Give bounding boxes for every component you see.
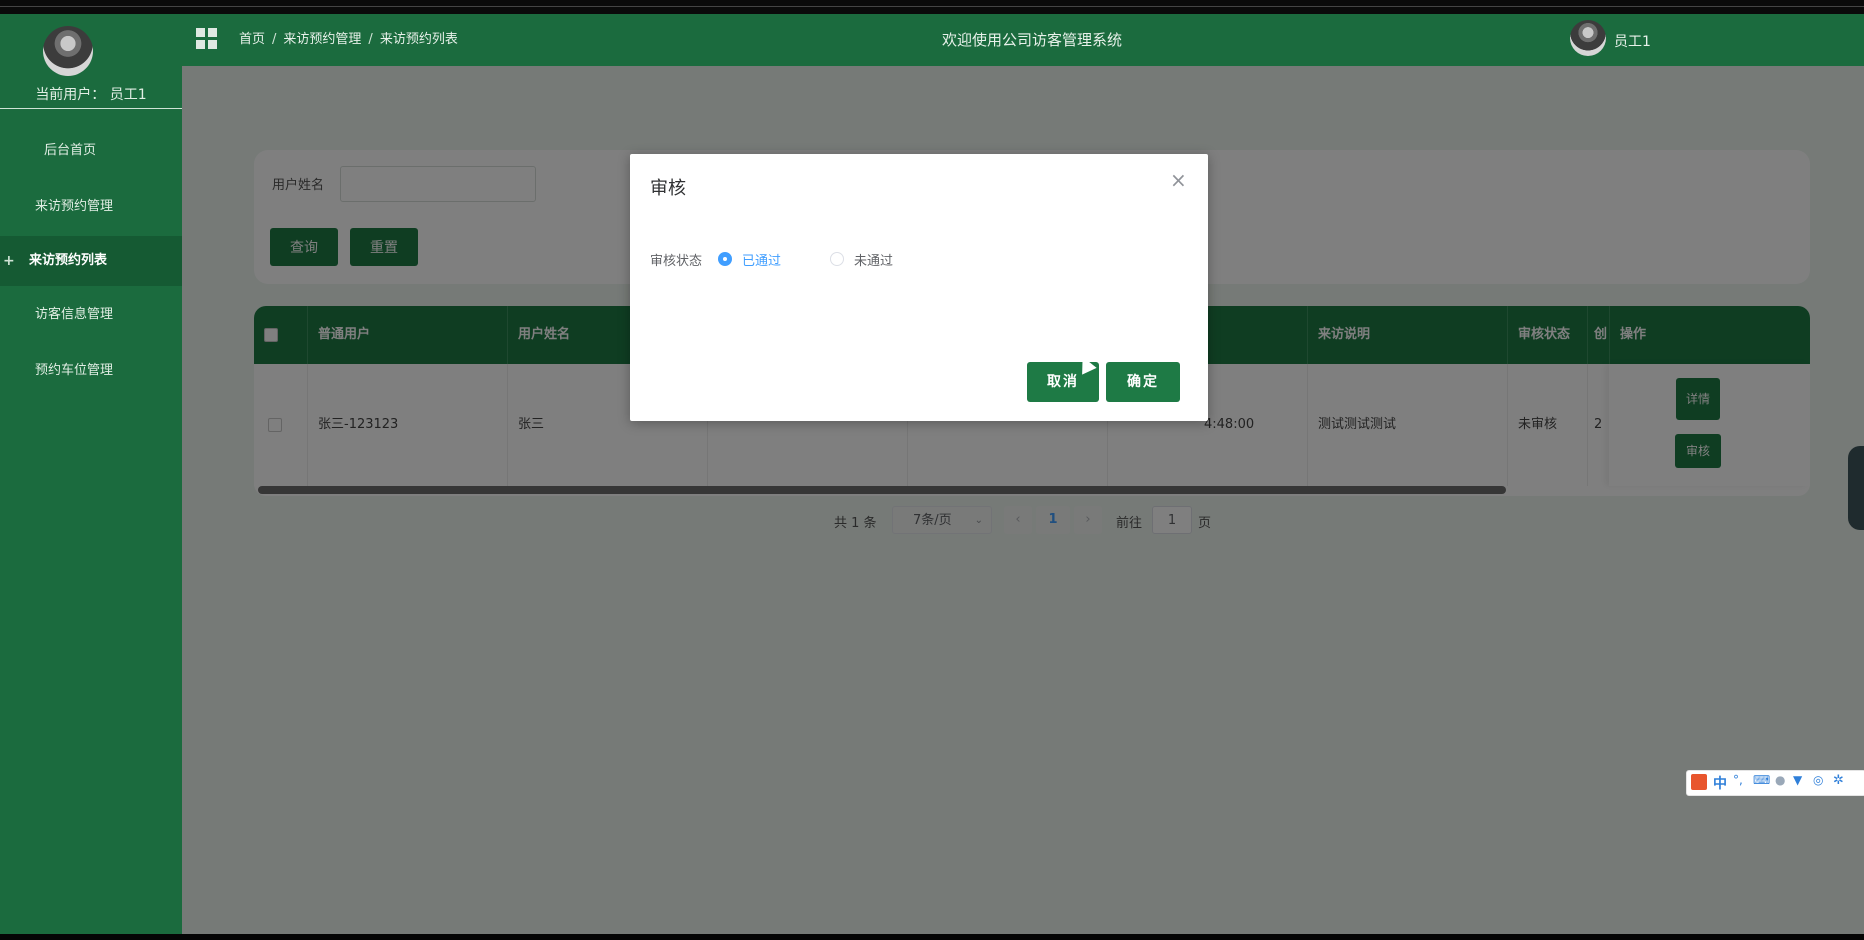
top-header: 首页 / 来访预约管理 / 来访预约列表 欢迎使用公司访客管理系统 员工1 [182,14,1864,66]
radio-rejected-label[interactable]: 未通过 [854,250,893,269]
radio-approved-label[interactable]: 已通过 [742,250,781,269]
dialog-title: 审核 [650,178,686,199]
confirm-button[interactable]: 确定 [1106,362,1180,402]
site-title: 欢迎使用公司访客管理系统 [941,31,1122,49]
review-status-label: 审核状态 [650,254,703,269]
keyboard-icon[interactable]: ⌨ [1753,773,1770,787]
ime-language-toggle[interactable]: 中 [1713,773,1727,793]
window-bottom-bar [0,934,1864,940]
sidebar-item-label: 来访预约管理 [34,199,113,214]
sidebar-item-label: 来访预约列表 [28,253,107,268]
window-top-bar [0,0,1864,14]
sidebar-item-label: 预约车位管理 [34,363,113,378]
sidebar-item-visitor-info-management[interactable]: 访客信息管理 [0,290,182,340]
radio-approved-circle[interactable] [718,252,732,266]
sidebar-item-parking-booking-management[interactable]: 预约车位管理 [0,346,182,396]
sidebar-item-label: 访客信息管理 [34,307,113,322]
review-dialog: 审核 × 审核状态 已通过 未通过 取消 确定 [630,154,1208,421]
radio-rejected-circle[interactable] [830,252,844,266]
gear-icon[interactable]: ✲ [1833,773,1844,788]
sidebar-item-visit-booking-management[interactable]: 来访预约管理 [0,182,182,232]
ime-punctuation-icon[interactable]: °, [1733,773,1743,787]
floating-side-tab[interactable] [1848,446,1864,530]
sidebar-item-dashboard[interactable]: 后台首页 [0,126,182,176]
skin-shirt-icon[interactable]: ▼ [1793,773,1802,787]
sidebar-divider [0,108,182,109]
sidebar-item-visit-booking-list[interactable]: + 来访预约列表 [0,236,182,286]
close-icon[interactable]: × [1170,168,1187,192]
sidebar: 当前用户： 员工1 后台首页 来访预约管理 + 来访预约列表 访客信息管理 预约… [0,14,182,934]
user-icon[interactable]: ● [1775,773,1785,787]
header-user-name[interactable]: 员工1 [1614,14,1651,70]
ime-logo-icon[interactable] [1691,774,1707,790]
sidebar-item-label: 后台首页 [43,143,96,158]
ime-toolbar: 中 °, ⌨ ● ▼ ◎ ✲ [1686,770,1864,796]
header-avatar[interactable] [1570,20,1606,56]
current-user-label: 当前用户： 员工1 [35,87,147,103]
ime-swirl-icon[interactable]: ◎ [1813,773,1823,787]
sidebar-avatar [43,26,93,76]
app-screen: 当前用户： 员工1 后台首页 来访预约管理 + 来访预约列表 访客信息管理 预约… [0,14,1864,934]
